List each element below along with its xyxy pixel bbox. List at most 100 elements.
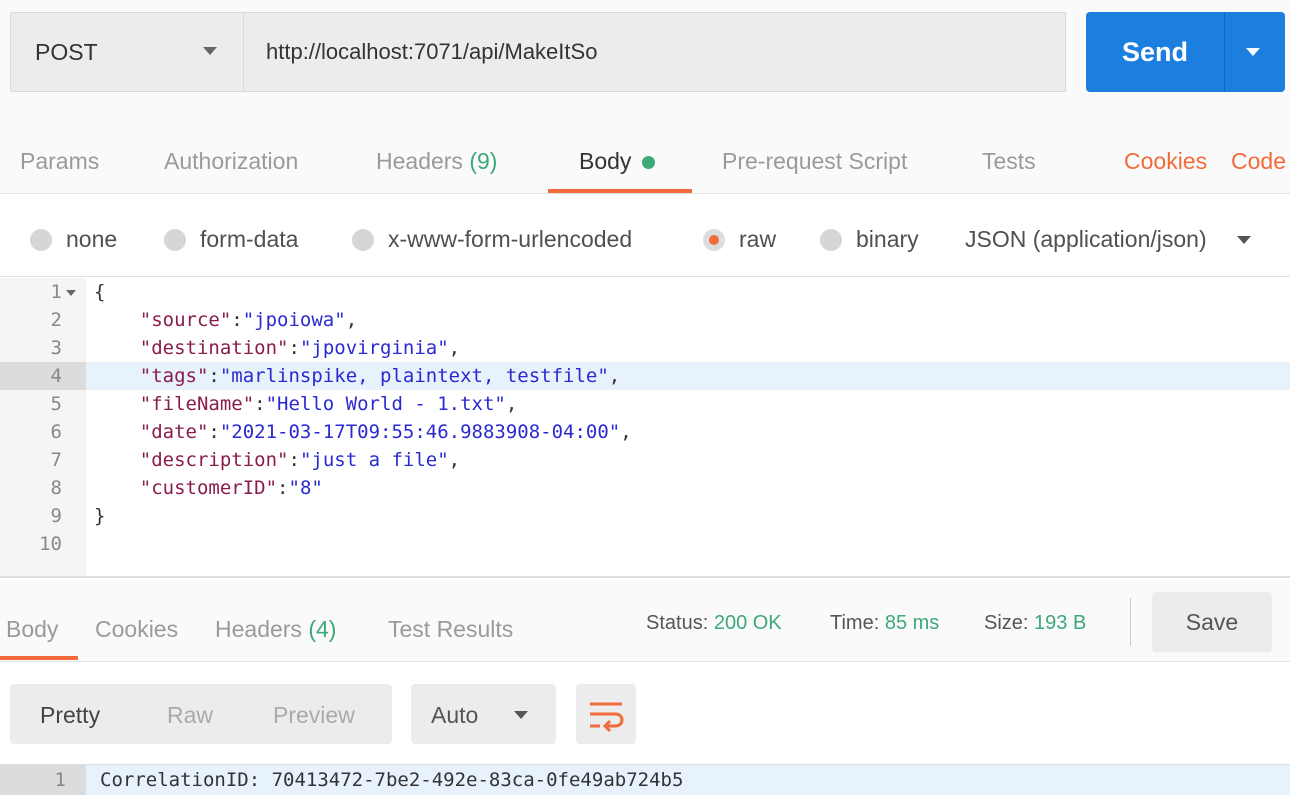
tab-headers[interactable]: Headers (9) (376, 148, 497, 175)
json-punctuation (94, 477, 140, 499)
code-text: "tags":"marlinspike, plaintext, testfile… (94, 362, 620, 390)
response-tab-headers[interactable]: Headers (4) (215, 616, 336, 643)
line-number: 8 (50, 477, 62, 499)
status-label: Status: (646, 612, 709, 634)
json-value: "2021-03-17T09:55:46.9883908-04:00" (219, 421, 621, 443)
tab-tests[interactable]: Tests (982, 148, 1036, 175)
json-punctuation: , (345, 309, 358, 331)
radio-none[interactable]: none (30, 226, 117, 253)
time-readout: Time: 85 ms (830, 612, 939, 635)
json-punctuation (94, 449, 140, 471)
tab-body[interactable]: Body (579, 148, 655, 175)
code-link[interactable]: Code (1231, 148, 1286, 175)
json-punctuation: } (94, 505, 106, 527)
json-punctuation (94, 393, 140, 415)
json-key: "fileName" (139, 393, 255, 415)
status-readout: Status: 200 OK (646, 612, 782, 635)
code-line: 5 "fileName":"Hello World - 1.txt", (0, 390, 1290, 418)
code-line: 9} (0, 502, 1290, 530)
code-line: 2 "source":"jpoiowa", (0, 306, 1290, 334)
json-punctuation: , (448, 337, 461, 359)
chevron-down-icon (514, 711, 528, 719)
json-punctuation (94, 421, 140, 443)
active-tab-underline (548, 189, 692, 193)
body-type-selector: none form-data x-www-form-urlencoded raw… (0, 195, 1290, 277)
line-number: 5 (50, 393, 62, 415)
divider (1130, 598, 1131, 646)
code-text: { (94, 278, 105, 306)
line-number: 6 (50, 421, 62, 443)
radio-label: x-www-form-urlencoded (388, 226, 633, 252)
cookies-link[interactable]: Cookies (1124, 148, 1207, 175)
code-line: 10 (0, 530, 1290, 558)
size-readout: Size: 193 B (984, 612, 1086, 635)
active-tab-underline (0, 656, 78, 660)
response-tab-body[interactable]: Body (6, 616, 58, 643)
radio-label: none (66, 226, 118, 252)
response-tab-test-results[interactable]: Test Results (388, 616, 513, 643)
radio-binary[interactable]: binary (820, 226, 919, 253)
save-response-button[interactable]: Save (1152, 592, 1272, 652)
status-value: 200 OK (713, 612, 782, 634)
size-value: 193 B (1034, 612, 1087, 634)
tab-params[interactable]: Params (20, 148, 99, 175)
response-tab-headers-label: Headers (215, 616, 302, 642)
json-key: "source" (139, 309, 232, 331)
format-raw[interactable]: Raw (167, 702, 213, 729)
content-type-select[interactable]: JSON (application/json) (965, 226, 1251, 253)
radio-form-data[interactable]: form-data (164, 226, 298, 253)
code-text: "destination":"jpovirginia", (94, 334, 460, 362)
response-headers-count: (4) (308, 616, 337, 642)
response-text: CorrelationID: 70413472-7be2-492e-83ca-0… (100, 769, 684, 791)
json-value: "marlinspike, plaintext, testfile" (219, 365, 609, 387)
send-button[interactable]: Send (1086, 12, 1285, 92)
response-tab-cookies[interactable]: Cookies (95, 616, 178, 643)
url-input[interactable]: http://localhost:7071/api/MakeItSo (243, 12, 1066, 92)
radio-raw[interactable]: raw (703, 226, 776, 253)
format-preview[interactable]: Preview (273, 702, 355, 729)
send-label: Send (1121, 36, 1188, 67)
line-number: 7 (50, 449, 62, 471)
wrap-lines-button[interactable] (576, 684, 636, 744)
response-line: 1 CorrelationID: 70413472-7be2-492e-83ca-… (0, 765, 1290, 795)
radio-urlencoded[interactable]: x-www-form-urlencoded (352, 226, 632, 253)
language-select[interactable]: Auto (411, 684, 556, 744)
code-text: "fileName":"Hello World - 1.txt", (94, 390, 518, 418)
code-line: 7 "description":"just a file", (0, 446, 1290, 474)
json-value: "Hello World - 1.txt" (265, 393, 506, 415)
body-indicator-dot-icon (641, 156, 655, 170)
method-value: POST (35, 38, 98, 65)
json-value: "8" (288, 477, 323, 499)
json-punctuation (94, 365, 140, 387)
json-key: "date" (139, 421, 209, 443)
fold-toggle-icon[interactable] (66, 290, 76, 296)
line-number: 3 (50, 337, 62, 359)
response-body-viewer[interactable]: 1 CorrelationID: 70413472-7be2-492e-83ca-… (0, 764, 1290, 808)
json-punctuation (94, 309, 140, 331)
json-key: "description" (139, 449, 289, 471)
tab-authorization[interactable]: Authorization (164, 148, 298, 175)
language-value: Auto (431, 702, 479, 728)
request-bar: POST http://localhost:7071/api/MakeItSo … (0, 0, 1290, 112)
code-line: 4 "tags":"marlinspike, plaintext, testfi… (0, 362, 1290, 390)
code-text: "source":"jpoiowa", (94, 306, 357, 334)
response-header: Body Cookies Headers (4) Test Results St… (0, 580, 1290, 662)
radio-icon (30, 228, 52, 251)
tab-body-label: Body (579, 148, 632, 174)
json-key: "customerID" (139, 477, 278, 499)
send-options-chevron-icon[interactable] (1246, 48, 1260, 56)
request-body-editor[interactable]: 1{2 "source":"jpoiowa", 3 "destination":"… (0, 278, 1290, 578)
json-punctuation: : (277, 477, 289, 499)
divider (1224, 12, 1225, 92)
json-punctuation: { (94, 281, 106, 303)
response-format-group: Pretty Raw Preview (10, 684, 392, 744)
radio-icon (820, 228, 842, 251)
json-punctuation: : (288, 449, 300, 471)
tab-pre-request-script[interactable]: Pre-request Script (722, 148, 907, 175)
method-select[interactable]: POST (10, 12, 244, 92)
line-number: 4 (0, 362, 86, 390)
json-key: "tags" (139, 365, 209, 387)
code-text: } (94, 502, 105, 530)
format-pretty[interactable]: Pretty (40, 702, 100, 729)
content-type-label: JSON (application/json) (965, 226, 1207, 252)
